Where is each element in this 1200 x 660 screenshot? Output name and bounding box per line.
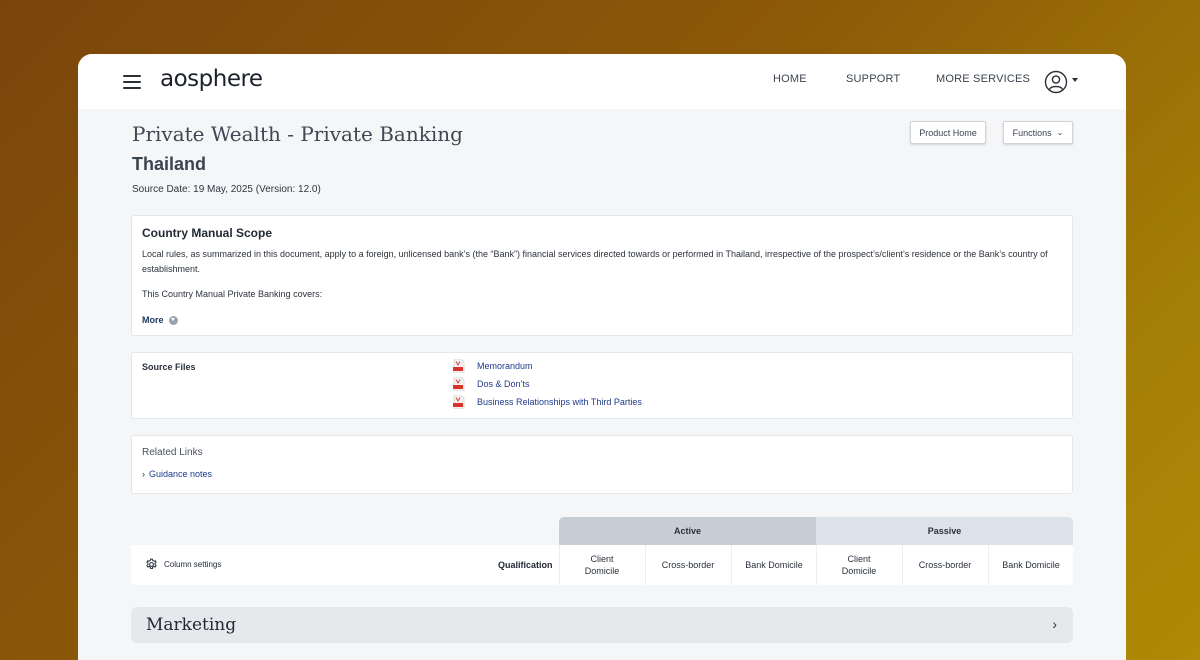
- chevron-right-icon: ›: [142, 469, 145, 479]
- country-manual-scope-card: Country Manual Scope Local rules, as sum…: [131, 215, 1073, 336]
- gear-icon: [146, 558, 157, 570]
- source-files-card: Source Files Memorandum Dos & Don’ts Bus…: [131, 352, 1073, 419]
- scope-paragraph: Local rules, as summarized in this docum…: [142, 249, 1048, 274]
- related-links-label: Related Links: [142, 447, 203, 458]
- column-header: Cross-border: [902, 545, 987, 585]
- column-settings-button[interactable]: Column settings: [145, 558, 221, 571]
- hamburger-menu-icon[interactable]: [123, 75, 141, 89]
- product-home-button[interactable]: Product Home: [910, 121, 986, 144]
- column-settings-label: Column settings: [164, 560, 222, 569]
- expand-circle-icon: [168, 315, 178, 325]
- more-toggle[interactable]: More: [142, 315, 178, 325]
- column-header: Client Domicile: [559, 545, 644, 585]
- nav-more-services[interactable]: MORE SERVICES: [936, 73, 1030, 85]
- chevron-right-icon: ›: [1052, 616, 1057, 632]
- source-file-link[interactable]: Memorandum: [453, 359, 533, 373]
- nav-support[interactable]: SUPPORT: [846, 73, 900, 85]
- active-group-header: Active: [559, 517, 816, 545]
- source-files-label: Source Files: [142, 362, 196, 372]
- column-header: Bank Domicile: [731, 545, 816, 585]
- country-title: Thailand: [132, 154, 207, 174]
- marketing-section-header[interactable]: Marketing ›: [131, 607, 1073, 643]
- column-header: Bank Domicile: [988, 545, 1073, 585]
- page-title: Private Wealth - Private Banking: [132, 122, 463, 146]
- source-date: Source Date: 19 May, 2025 (Version: 12.0…: [132, 184, 321, 195]
- logo[interactable]: aosphere: [160, 66, 263, 92]
- pdf-file-icon: [453, 395, 465, 409]
- nav-home[interactable]: HOME: [773, 73, 807, 85]
- product-home-label: Product Home: [919, 127, 977, 138]
- user-menu-caret-icon[interactable]: [1072, 78, 1078, 82]
- marketing-title: Marketing: [146, 615, 237, 635]
- passive-group-header: Passive: [816, 517, 1073, 545]
- table-header-row: Column settings Qualification Client Dom…: [131, 545, 1073, 585]
- top-navigation-bar: aosphere HOME SUPPORT MORE SERVICES: [78, 54, 1126, 109]
- qualification-header: Qualification: [498, 560, 553, 570]
- pdf-file-icon: [453, 359, 465, 373]
- source-file-label: Memorandum: [477, 361, 533, 371]
- source-file-label: Dos & Don’ts: [477, 379, 530, 389]
- source-file-link[interactable]: Business Relationships with Third Partie…: [453, 395, 642, 409]
- source-file-label: Business Relationships with Third Partie…: [477, 397, 642, 407]
- pdf-file-icon: [453, 377, 465, 391]
- functions-dropdown[interactable]: Functions ⌄: [1003, 121, 1073, 144]
- scope-heading: Country Manual Scope: [142, 226, 273, 240]
- user-account-icon[interactable]: [1044, 70, 1068, 94]
- more-label: More: [142, 315, 164, 325]
- chevron-down-icon: ⌄: [1056, 128, 1064, 137]
- scope-covers-text: This Country Manual Private Banking cove…: [142, 289, 323, 299]
- related-link-label: Guidance notes: [149, 469, 213, 479]
- related-link-guidance-notes[interactable]: › Guidance notes: [142, 469, 212, 479]
- source-file-link[interactable]: Dos & Don’ts: [453, 377, 530, 391]
- functions-label: Functions: [1012, 127, 1052, 138]
- column-header: Cross-border: [645, 545, 730, 585]
- column-header: Client Domicile: [816, 545, 901, 585]
- related-links-card: Related Links › Guidance notes: [131, 435, 1073, 494]
- app-window: aosphere HOME SUPPORT MORE SERVICES Priv…: [78, 54, 1126, 660]
